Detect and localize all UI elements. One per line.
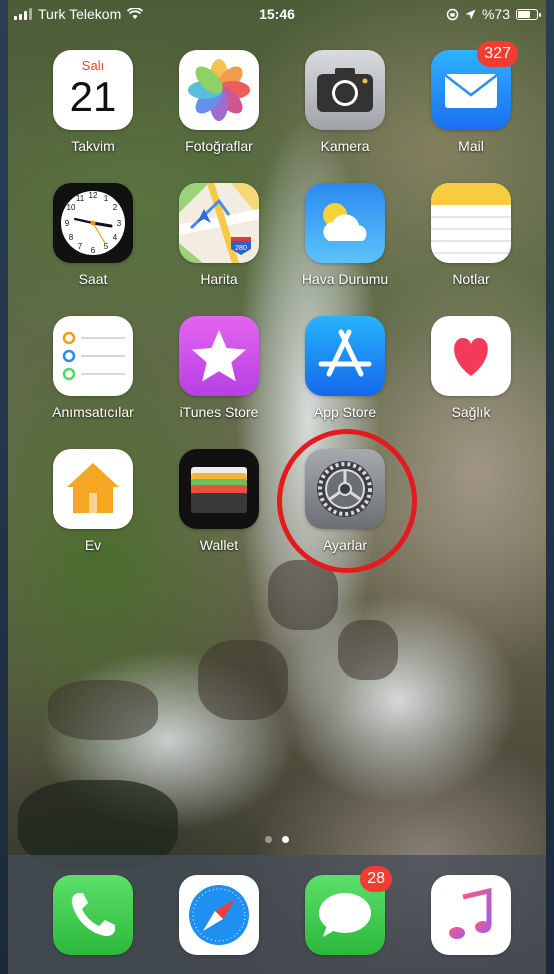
- music-icon: [431, 875, 511, 955]
- svg-text:7: 7: [78, 242, 83, 251]
- star-icon: [179, 316, 259, 396]
- page-indicator[interactable]: [0, 836, 554, 843]
- svg-text:3: 3: [117, 219, 122, 228]
- phone-icon: [53, 875, 133, 955]
- app-app-store[interactable]: App Store: [290, 316, 400, 420]
- app-camera[interactable]: Kamera: [290, 50, 400, 154]
- app-notes[interactable]: Notlar: [416, 183, 526, 287]
- messages-badge: 28: [360, 866, 392, 892]
- maps-icon: 280: [179, 183, 259, 263]
- app-label: iTunes Store: [179, 404, 259, 420]
- dock-app-messages[interactable]: 28: [290, 866, 400, 955]
- weather-icon: [305, 183, 385, 263]
- rotation-lock-icon: [446, 8, 459, 20]
- app-label: Takvim: [71, 138, 115, 154]
- app-label: Notlar: [452, 271, 490, 287]
- status-bar: Turk Telekom 15:46 %73: [8, 0, 546, 30]
- dock-app-phone[interactable]: [38, 875, 148, 955]
- svg-text:9: 9: [65, 219, 70, 228]
- svg-text:12: 12: [89, 191, 98, 200]
- wallet-icon: [179, 449, 259, 529]
- svg-text:10: 10: [67, 203, 76, 212]
- screen-frame-right: [546, 0, 554, 974]
- svg-text:8: 8: [69, 233, 74, 242]
- app-label: Wallet: [199, 537, 239, 553]
- location-icon: [465, 9, 476, 19]
- page-dot[interactable]: [265, 836, 272, 843]
- app-mail[interactable]: 327 Mail: [416, 41, 526, 154]
- battery-icon: [516, 8, 541, 20]
- app-itunes-store[interactable]: iTunes Store: [164, 316, 274, 420]
- svg-text:1: 1: [104, 194, 109, 203]
- svg-text:5: 5: [104, 242, 109, 251]
- app-label: Hava Durumu: [301, 271, 389, 287]
- app-label: Ev: [84, 537, 102, 553]
- app-reminders[interactable]: Anımsatıcılar: [38, 316, 148, 420]
- page-dot-active[interactable]: [282, 836, 289, 843]
- app-calendar[interactable]: Salı 21 Takvim: [38, 50, 148, 154]
- dock-app-safari[interactable]: [164, 875, 274, 955]
- app-label: Anımsatıcılar: [52, 404, 134, 420]
- reminders-icon: [53, 316, 133, 396]
- app-health[interactable]: Sağlık: [416, 316, 526, 420]
- app-photos[interactable]: Fotoğraflar: [164, 50, 274, 154]
- calendar-day-name: Salı: [81, 58, 105, 73]
- heart-icon: [431, 316, 511, 396]
- photos-icon: [179, 50, 259, 130]
- app-maps[interactable]: 280 Harita: [164, 183, 274, 287]
- app-weather[interactable]: Hava Durumu: [290, 183, 400, 287]
- app-label: Sağlık: [451, 404, 491, 420]
- app-wallet[interactable]: Wallet: [164, 449, 274, 553]
- svg-text:6: 6: [91, 246, 96, 255]
- highlight-circle: [277, 429, 417, 573]
- app-store-icon: [305, 316, 385, 396]
- app-clock[interactable]: 12 1 2 3 4567 8 9 10 11 Saat: [38, 183, 148, 287]
- dock-app-music[interactable]: [416, 875, 526, 955]
- calendar-day-number: 21: [69, 73, 117, 120]
- svg-text:11: 11: [76, 194, 85, 203]
- app-label: Saat: [78, 271, 108, 287]
- screen-frame-left: [0, 0, 8, 974]
- calendar-icon: Salı 21: [53, 50, 133, 130]
- app-label: App Store: [313, 404, 377, 420]
- app-label: Kamera: [320, 138, 370, 154]
- camera-icon: [305, 50, 385, 130]
- dock: 28: [8, 855, 546, 974]
- notes-icon: [431, 183, 511, 263]
- app-label: Mail: [458, 138, 484, 154]
- clock-icon: 12 1 2 3 4567 8 9 10 11: [53, 183, 133, 263]
- safari-icon: [179, 875, 259, 955]
- svg-text:2: 2: [113, 203, 118, 212]
- maps-road-sign: 280: [235, 245, 247, 252]
- app-home[interactable]: Ev: [38, 449, 148, 553]
- app-label: Harita: [200, 271, 238, 287]
- svg-text:4: 4: [113, 233, 118, 242]
- app-label: Fotoğraflar: [185, 138, 253, 154]
- battery-percentage: %73: [481, 6, 510, 22]
- home-icon: [53, 449, 133, 529]
- mail-badge: 327: [477, 41, 518, 67]
